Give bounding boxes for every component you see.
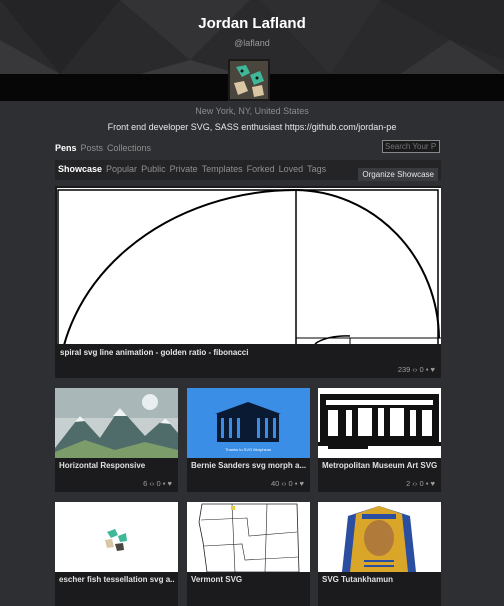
code-eye-icon: ‹› (412, 479, 418, 488)
pen-title[interactable]: escher fish tessellation svg a... (59, 575, 175, 584)
tab-loved[interactable]: Loved (279, 164, 304, 174)
pen-stats: 2 ‹› 0 ▪ ♥ (406, 479, 435, 488)
tab-private[interactable]: Private (170, 164, 198, 174)
pen-title[interactable]: Metropolitan Museum Art SVG (322, 461, 438, 470)
pen-thumbnail[interactable] (55, 502, 178, 572)
heart-icon[interactable]: ♥ (168, 479, 172, 488)
golden-spiral-preview (57, 188, 441, 344)
comments-count: 0 (419, 479, 424, 488)
featured-pen-card[interactable]: spiral svg line animation - golden ratio… (55, 186, 441, 378)
avatar[interactable] (228, 59, 270, 101)
profile-location: New York, NY, United States (195, 106, 309, 116)
comment-icon[interactable]: ▪ (426, 479, 429, 488)
tab-public[interactable]: Public (141, 164, 166, 174)
pen-card[interactable]: escher fish tessellation svg a... (55, 502, 178, 606)
pen-card[interactable]: Horizontal Responsive 6 ‹› 0 ▪ ♥ (55, 388, 178, 492)
comments-count: 0 (288, 479, 293, 488)
pen-card[interactable]: SVG Tutankhamun (318, 502, 441, 606)
pen-stats: 6 ‹› 0 ▪ ♥ (143, 479, 172, 488)
tab-templates[interactable]: Templates (202, 164, 243, 174)
heart-icon[interactable]: ♥ (300, 479, 304, 488)
bernie-caption: Thanks to SVG Morpheus (225, 447, 271, 452)
heart-icon[interactable]: ♥ (431, 479, 435, 488)
heart-icon[interactable]: ♥ (431, 365, 435, 374)
pen-thumbnail[interactable] (318, 502, 441, 572)
pen-card[interactable]: Metropolitan Museum Art SVG 2 ‹› 0 ▪ ♥ (318, 388, 441, 492)
pen-stats: 40 ‹› 0 ▪ ♥ (271, 479, 304, 488)
code-eye-icon: ‹› (412, 365, 418, 374)
comment-icon[interactable]: ▪ (163, 479, 166, 488)
nav-collections[interactable]: Collections (107, 143, 151, 153)
featured-views-count: 239 (397, 365, 411, 374)
organize-showcase-button[interactable]: Organize Showcase (358, 168, 438, 181)
content-type-nav: Pens Posts Collections (55, 143, 155, 153)
nav-posts[interactable]: Posts (81, 143, 104, 153)
pen-thumbnail[interactable] (187, 502, 310, 572)
featured-pen-thumbnail[interactable] (57, 188, 441, 344)
pen-thumbnail[interactable] (318, 388, 441, 458)
featured-pen-title[interactable]: spiral svg line animation - golden ratio… (60, 348, 248, 357)
views-count: 6 (143, 479, 148, 488)
search-input[interactable] (382, 140, 440, 153)
tab-tags[interactable]: Tags (307, 164, 326, 174)
pen-title[interactable]: SVG Tutankhamun (322, 575, 438, 584)
comment-icon[interactable]: ▪ (295, 479, 298, 488)
code-eye-icon: ‹› (149, 479, 155, 488)
featured-pen-stats: 239 ‹› 0 ▪ ♥ (398, 365, 435, 374)
nav-pens[interactable]: Pens (55, 143, 77, 153)
pen-card[interactable]: Thanks to SVG Morpheus Bernie Sanders sv… (187, 388, 310, 492)
pen-card[interactable]: Vermont SVG (187, 502, 310, 606)
pen-title[interactable]: Bernie Sanders svg morph a... (191, 461, 307, 470)
featured-comments-count: 0 (419, 365, 424, 374)
profile-name: Jordan Lafland (198, 15, 306, 32)
pen-thumbnail[interactable]: Thanks to SVG Morpheus (187, 388, 310, 458)
tab-popular[interactable]: Popular (106, 164, 137, 174)
pen-title[interactable]: Vermont SVG (191, 575, 307, 584)
comments-count: 0 (156, 479, 161, 488)
pen-filter-bar: Showcase Popular Public Private Templates For… (55, 160, 441, 181)
tab-forked[interactable]: Forked (247, 164, 275, 174)
comment-icon[interactable]: ▪ (426, 365, 429, 374)
pen-title[interactable]: Horizontal Responsive (59, 461, 175, 470)
tab-showcase[interactable]: Showcase (58, 164, 102, 174)
views-count: 2 (406, 479, 411, 488)
profile-header: Jordan Lafland @lafland (0, 0, 504, 101)
views-count: 40 (270, 479, 280, 488)
code-eye-icon: ‹› (281, 479, 287, 488)
profile-bio: Front end developer SVG, SASS enthusiast… (107, 122, 397, 132)
pen-thumbnail[interactable] (55, 388, 178, 458)
profile-handle[interactable]: @lafland (0, 38, 504, 48)
